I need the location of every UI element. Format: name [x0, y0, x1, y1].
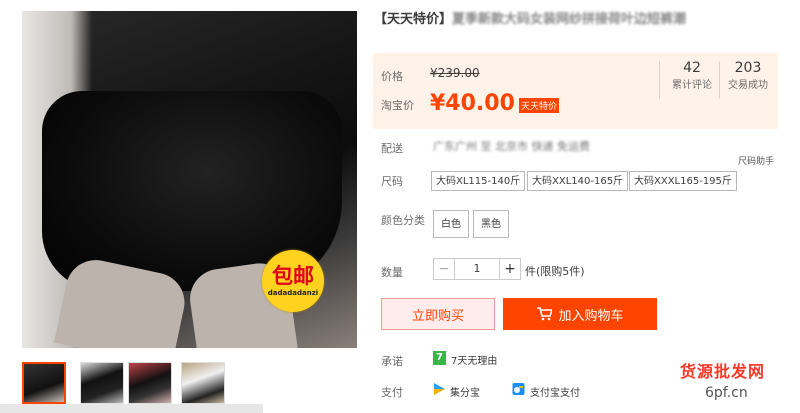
title-tag: 【天天特价】: [374, 12, 453, 27]
original-price-label: 价格: [381, 70, 403, 83]
price-panel: 价格 ¥239.00 淘宝价 ¥40.00 天天特价 42 累计评论 203 交…: [373, 53, 778, 129]
shipping-value: 广东广州 至 北京市 快递 免运费: [433, 140, 590, 153]
size-option-xxxl[interactable]: 大码XXXL165-195斤: [629, 171, 737, 191]
quantity-input[interactable]: 1: [454, 259, 500, 279]
payment-label: 支付: [381, 386, 403, 399]
quantity-increase-button[interactable]: +: [500, 259, 520, 279]
reviews-count: 42: [683, 60, 701, 76]
size-option-xxl[interactable]: 大码XXL140-165斤: [527, 171, 629, 191]
divider: [659, 61, 660, 99]
add-to-cart-button[interactable]: 加入购物车: [503, 298, 657, 330]
promise-label: 承诺: [381, 355, 403, 368]
horizontal-scrollbar[interactable]: [0, 404, 263, 413]
color-option-black[interactable]: 黑色: [473, 210, 509, 238]
badge-subtext: dadadadanzi: [267, 289, 319, 297]
sales-count: 203: [734, 60, 762, 76]
stat-reviews[interactable]: 42 累计评论: [667, 60, 717, 91]
current-price: ¥40.00: [430, 91, 515, 116]
shipping-label: 配送: [381, 142, 403, 155]
purchase-limit: 件(限购5件): [525, 265, 585, 278]
buy-now-button[interactable]: 立即购买: [381, 298, 495, 330]
stat-sales[interactable]: 203 交易成功: [723, 60, 773, 91]
thumbnail-2[interactable]: [80, 362, 124, 404]
taobao-price-label: 淘宝价: [381, 99, 414, 112]
seven-day-icon: 7: [433, 351, 446, 365]
reviews-label: 累计评论: [672, 80, 712, 91]
divider: [719, 61, 720, 99]
size-label: 尺码: [381, 175, 403, 188]
buy-now-label: 立即购买: [411, 308, 464, 324]
site-watermark: 货源批发网: [680, 362, 766, 381]
payment-method-alipay[interactable]: 支付宝支付: [530, 384, 580, 399]
thumbnail-4[interactable]: [181, 362, 225, 404]
site-watermark-url: 6pf.cn: [705, 385, 748, 401]
add-to-cart-label: 加入购物车: [558, 308, 624, 324]
free-shipping-badge: 包邮 dadadadanzi: [262, 250, 324, 312]
quantity-stepper: − 1 +: [433, 258, 521, 280]
payment-method-jifenbao[interactable]: 集分宝: [450, 384, 480, 399]
thumbnail-1[interactable]: [22, 362, 66, 404]
original-price: ¥239.00: [430, 66, 480, 80]
promo-tag: 天天特价: [519, 98, 560, 113]
jifenbao-icon: [434, 383, 445, 395]
color-label: 颜色分类: [381, 214, 425, 227]
badge-text: 包邮: [272, 264, 314, 288]
product-title: 【天天特价】夏季新款大码女装网纱拼接荷叶边短裤潮: [374, 11, 779, 29]
return-policy[interactable]: 7天无理由: [451, 352, 497, 367]
title-text: 夏季新款大码女装网纱拼接荷叶边短裤潮: [452, 12, 687, 27]
quantity-decrease-button[interactable]: −: [434, 259, 454, 279]
alipay-icon: [512, 383, 525, 395]
size-helper-link[interactable]: 尺码助手: [738, 154, 774, 167]
quantity-label: 数量: [381, 266, 403, 279]
size-option-xl[interactable]: 大码XL115-140斤: [431, 171, 526, 191]
cart-icon: [537, 307, 553, 321]
sales-label: 交易成功: [728, 80, 768, 91]
color-option-white[interactable]: 白色: [433, 210, 469, 238]
thumbnail-3[interactable]: [128, 362, 172, 404]
